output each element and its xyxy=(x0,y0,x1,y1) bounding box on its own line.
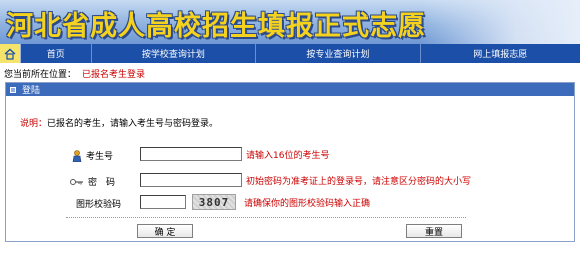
captcha-field-row: 3807 请确保你的图形校验码输入正确 xyxy=(140,194,370,210)
person-icon xyxy=(72,149,82,162)
square-icon xyxy=(10,86,16,93)
panel-title: 登陆 xyxy=(22,86,41,96)
site-banner: 河北省成人高校招生填报正式志愿 xyxy=(0,0,580,44)
instructions-text: 已报名的考生，请输入考生号与密码登录。 xyxy=(47,119,219,129)
nav-item-home[interactable]: 首页 xyxy=(21,44,92,63)
password-input[interactable] xyxy=(140,173,242,187)
password-hint: 初始密码为准考证上的登录号，请注意区分密码的大小写 xyxy=(246,176,472,187)
exam-no-field-row: 请输入16位的考生号 xyxy=(140,147,329,161)
exam-no-row: 考生号 xyxy=(72,149,140,162)
home-icon[interactable] xyxy=(0,44,21,63)
captcha-row: 图形校验码 xyxy=(76,197,121,210)
breadcrumb-current: 已报名考生登录 xyxy=(82,70,146,80)
password-field-row: 初始密码为准考证上的登录号，请注意区分密码的大小写 xyxy=(140,173,471,187)
banner-title: 河北省成人高校招生填报正式志愿 xyxy=(6,11,426,42)
password-row: 密 码 xyxy=(70,175,142,188)
captcha-label: 图形校验码 xyxy=(76,200,122,210)
divider xyxy=(66,217,466,218)
instructions-label: 说明： xyxy=(20,119,48,129)
captcha-hint: 请确保你的图形校验码输入正确 xyxy=(244,198,371,209)
key-icon xyxy=(70,178,84,186)
exam-no-input[interactable] xyxy=(140,147,242,161)
panel-header: 登陆 xyxy=(6,83,574,96)
confirm-button[interactable]: 确 定 xyxy=(137,224,193,238)
exam-no-label: 考生号 xyxy=(86,152,114,162)
instructions: 说明：已报名的考生，请输入考生号与密码登录。 xyxy=(20,116,218,129)
nav-bar: 首页 按学校查询计划 按专业查询计划 网上填报志愿 xyxy=(0,44,580,63)
exam-no-hint: 请输入16位的考生号 xyxy=(246,150,330,161)
nav-item-by-major[interactable]: 按专业查询计划 xyxy=(256,44,421,63)
captcha-image: 3807 xyxy=(192,194,236,210)
password-label: 密 码 xyxy=(88,178,116,188)
reset-button[interactable]: 重置 xyxy=(406,224,462,238)
captcha-input[interactable] xyxy=(140,195,186,209)
banner-decoration xyxy=(420,0,580,44)
login-panel: 登陆 说明：已报名的考生，请输入考生号与密码登录。 考生号 请输入16位的考生号… xyxy=(5,82,575,242)
nav-item-by-school[interactable]: 按学校查询计划 xyxy=(92,44,257,63)
nav-item-apply-online[interactable]: 网上填报志愿 xyxy=(421,44,580,63)
breadcrumb: 您当前所在位置： 已报名考生登录 xyxy=(4,67,145,80)
breadcrumb-prefix: 您当前所在位置： xyxy=(4,70,77,80)
